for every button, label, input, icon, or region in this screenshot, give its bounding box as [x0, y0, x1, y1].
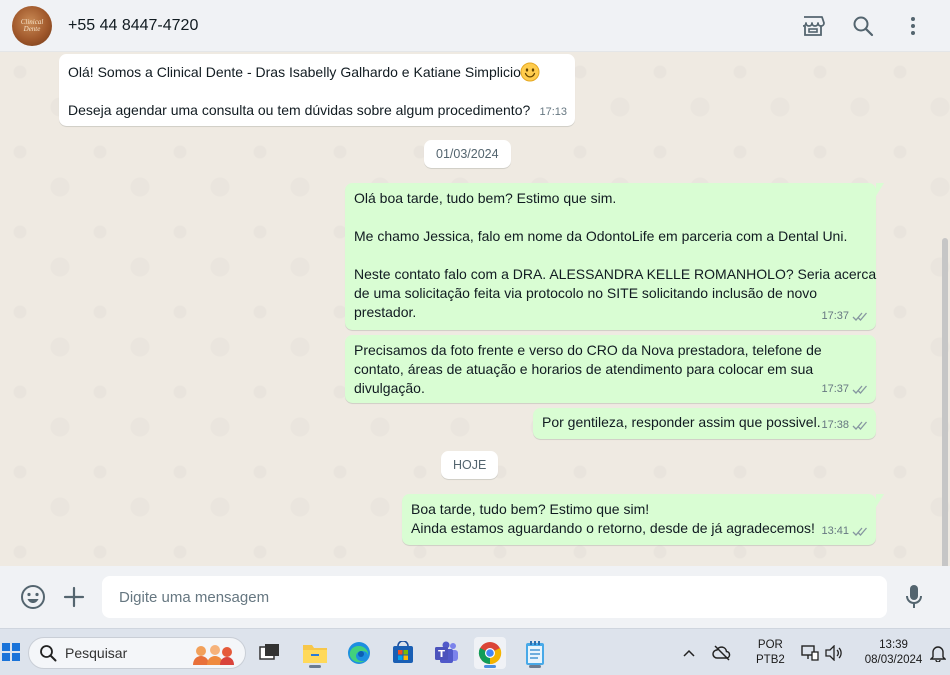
contact-name[interactable]: +55 44 8447-4720: [68, 17, 198, 35]
message-meta: 17:37: [821, 307, 868, 326]
message-time: 17:13: [539, 106, 567, 118]
taskbar-search-label: Pesquisar: [65, 645, 128, 661]
volume-icon[interactable]: [825, 644, 843, 661]
message-outgoing[interactable]: Boa tarde, tudo bem? Estimo que sim! Ain…: [402, 494, 884, 545]
message-text-line: Boa tarde, tudo bem? Estimo que sim!: [411, 501, 650, 517]
network-icon[interactable]: [801, 644, 819, 661]
edge-icon[interactable]: [343, 637, 375, 669]
notification-bell-icon[interactable]: [930, 644, 947, 662]
message-text-line: [354, 208, 867, 227]
message-input-placeholder: Digite uma mensagem: [119, 588, 270, 606]
message-time: 17:37: [821, 310, 849, 322]
message-time: 17:38: [821, 419, 849, 431]
message-outgoing[interactable]: Olá boa tarde, tudo bem? Estimo que sim.…: [345, 183, 884, 330]
cloud-offline-icon[interactable]: [712, 644, 732, 661]
store-icon[interactable]: [800, 13, 826, 39]
windows-start-icon[interactable]: [2, 643, 20, 661]
date-divider: 01/03/2024: [424, 140, 511, 168]
message-text-line: Neste contato falo com a DRA. ALESSANDRA…: [354, 266, 877, 282]
message-meta: 13:41: [821, 522, 868, 541]
message-incoming[interactable]: Olá! Somos a Clinical Dente - Dras Isabe…: [59, 54, 575, 126]
message-time: 13:41: [821, 525, 849, 537]
message-text-line: Olá! Somos a Clinical Dente - Dras Isabe…: [68, 64, 521, 80]
message-time: 17:37: [821, 383, 849, 395]
double-check-icon: [852, 312, 867, 321]
message-text-line: prestador.: [354, 304, 417, 320]
message-meta: 17:13: [539, 103, 567, 122]
chat-messages-area[interactable]: Olá! Somos a Clinical Dente - Dras Isabe…: [0, 52, 950, 566]
contact-avatar[interactable]: Clinical Dente: [12, 5, 52, 46]
message-composer: Digite uma mensagem: [0, 566, 950, 628]
more-vertical-icon[interactable]: [900, 13, 926, 39]
message-outgoing[interactable]: Por gentileza, responder assim que possi…: [533, 408, 876, 439]
message-text-line: Ainda estamos aguardando o retorno, desd…: [411, 520, 815, 536]
message-text-line: Olá boa tarde, tudo bem? Estimo que sim.: [354, 190, 617, 206]
message-text-line: contato, áreas de atuação e horarios de …: [354, 361, 814, 377]
language-bottom: PTB2: [756, 653, 785, 666]
windows-taskbar: Pesquisar T POR PTB2 13:39 08/03/2024: [0, 628, 950, 675]
svg-text:T: T: [438, 649, 445, 660]
emoji-icon[interactable]: [19, 583, 47, 611]
people-illustration-icon: [193, 645, 234, 665]
chrome-icon[interactable]: [474, 637, 506, 669]
message-meta: 17:37: [821, 380, 868, 399]
message-meta: 17:38: [821, 416, 868, 435]
system-tray: POR PTB2 13:39 08/03/2024: [680, 629, 947, 675]
taskbar-search[interactable]: Pesquisar: [28, 637, 246, 669]
message-outgoing[interactable]: Precisamos da foto frente e verso do CRO…: [345, 335, 876, 403]
clock[interactable]: 13:39 08/03/2024: [865, 638, 923, 668]
clock-time: 13:39: [879, 638, 908, 651]
message-text-line: de uma solicitação feita via protocolo n…: [354, 285, 818, 301]
chevron-up-icon[interactable]: [680, 649, 698, 657]
message-input[interactable]: Digite uma mensagem: [102, 576, 887, 618]
double-check-icon: [852, 527, 867, 536]
plus-icon[interactable]: [60, 583, 88, 611]
smiling-face-icon: [520, 62, 540, 87]
language-indicator[interactable]: POR PTB2: [756, 638, 785, 668]
store-icon[interactable]: [387, 637, 419, 669]
message-text-line: Me chamo Jessica, falo em nome da Odonto…: [354, 228, 848, 244]
message-text-line: divulgação.: [354, 380, 425, 396]
search-icon[interactable]: [850, 13, 876, 39]
search-icon: [39, 644, 57, 662]
file-explorer-icon[interactable]: [299, 637, 331, 669]
chat-header: Clinical Dente +55 44 8447-4720: [0, 0, 950, 52]
message-text-line: Precisamos da foto frente e verso do CRO…: [354, 342, 822, 358]
double-check-icon: [852, 385, 867, 394]
task-view-icon[interactable]: [254, 637, 286, 669]
clock-date: 08/03/2024: [864, 653, 923, 666]
microphone-icon[interactable]: [900, 583, 928, 611]
date-divider: HOJE: [441, 451, 499, 479]
double-check-icon: [852, 421, 867, 430]
avatar-logo-text: Clinical Dente: [20, 17, 44, 33]
message-text-line: [354, 246, 867, 265]
teams-icon[interactable]: T: [431, 637, 463, 669]
header-actions: [776, 13, 926, 39]
language-top: POR: [757, 638, 783, 651]
message-text-line: Deseja agendar uma consulta ou tem dúvid…: [68, 102, 531, 118]
message-text-line: Por gentileza, responder assim que possi…: [542, 414, 821, 430]
notepad-icon[interactable]: [519, 637, 551, 669]
chat-scrollbar[interactable]: [942, 238, 948, 566]
